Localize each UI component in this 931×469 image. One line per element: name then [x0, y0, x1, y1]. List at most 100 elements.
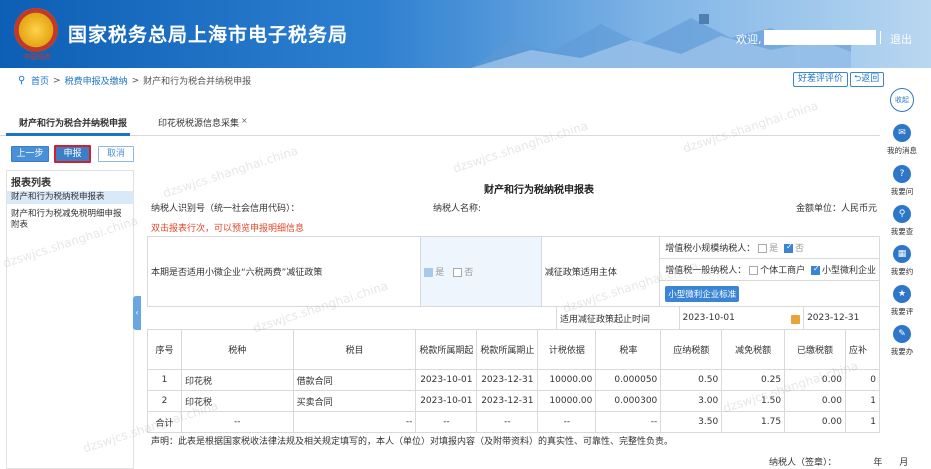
cell-total: 3.50 — [660, 411, 723, 433]
tab-stamp-tax-source[interactable]: 印花税税源信息采集 × — [158, 116, 248, 129]
cell-tax-type: 印花税 — [180, 390, 294, 412]
pencil-icon: ✎ — [893, 325, 911, 343]
period-end-cell[interactable]: 2023-12-31 — [803, 306, 880, 330]
tax-table: 序号 税种 税目 税款所属期起 税款所属期止 计税依据 税率 应纳税额 减免税额… — [147, 329, 881, 433]
tab-combined-filing[interactable]: 财产和行为税合并纳税申报 — [19, 116, 127, 129]
small-scale-no-checkbox[interactable] — [783, 242, 793, 253]
report-item-relief-detail[interactable]: 财产和行为税减免税明细申报 — [7, 209, 133, 220]
col-header: 税率 — [595, 329, 662, 370]
cell-tax-item: 借款合同 — [292, 369, 417, 391]
report-item-main[interactable]: 财产和行为税纳税申报表 — [7, 191, 133, 204]
cell-due: 1 — [844, 390, 881, 412]
breadcrumb-home[interactable]: 首页 — [31, 74, 49, 87]
table-row[interactable]: 1 印花税 借款合同 2023-10-01 2023-12-31 10000.0… — [147, 369, 881, 391]
signature-line: 纳税人（签章）： 年 月 — [769, 455, 908, 468]
declaration-text: 声明：此表是根据国家税收法律法规及相关规定填写的，本人（单位）对填报内容（及附带… — [151, 437, 674, 447]
cell-total: -- — [595, 411, 662, 433]
report-item-attachment[interactable]: 附表 — [7, 220, 133, 231]
year-label: 年 — [873, 458, 883, 468]
col-header: 序号 — [147, 329, 182, 370]
small-scale-cell: 增值税小规模纳税人： 是 否 — [659, 236, 880, 259]
cell-total: -- — [537, 411, 597, 433]
back-button-label: 返回 — [861, 74, 880, 84]
cell-period-end: 2023-12-31 — [476, 390, 539, 412]
review-button[interactable]: 好差评评价 — [793, 72, 849, 87]
back-button[interactable]: ⮌返回 — [850, 72, 885, 87]
panel-collapse-handle[interactable]: ‹ — [133, 296, 141, 330]
query-button[interactable]: ⚲ 我要查 — [880, 205, 924, 237]
close-icon[interactable]: × — [241, 116, 248, 125]
col-header: 税种 — [180, 329, 294, 370]
message-icon: ✉ — [893, 124, 911, 142]
cell-total: -- — [476, 411, 539, 433]
cell-total: 1.75 — [721, 411, 786, 433]
period-label: 适用减征政策起止时间 — [560, 314, 651, 325]
micro-checkbox[interactable] — [810, 264, 820, 275]
header-divider — [880, 31, 881, 44]
cancel-button[interactable]: 取消 — [98, 146, 134, 162]
individual-label: 个体工商户 — [760, 266, 806, 276]
individual-checkbox[interactable] — [749, 266, 759, 275]
cell-basis: 10000.00 — [537, 369, 597, 391]
col-header: 税款所属期起 — [415, 329, 478, 370]
policy-yes-checkbox[interactable] — [424, 268, 434, 277]
col-header: 计税依据 — [537, 329, 597, 370]
float-label: 我要办 — [890, 347, 914, 356]
active-tab-indicator — [6, 133, 130, 136]
breadcrumb-separator: > — [53, 75, 61, 86]
emblem-caption: 中国税务 — [23, 53, 51, 61]
table-row[interactable]: 2 印花税 买卖合同 2023-10-01 2023-12-31 10000.0… — [147, 390, 881, 412]
my-messages-button[interactable]: ✉ 我的消息 — [880, 124, 924, 156]
policy-no-checkbox[interactable] — [453, 268, 463, 277]
submit-button[interactable]: 申报 — [54, 145, 91, 163]
subject-label: 减征政策适用主体 — [544, 268, 617, 278]
breadcrumb-separator: > — [131, 75, 140, 86]
cell-period-end: 2023-12-31 — [476, 369, 539, 391]
small-scale-label: 增值税小规模纳税人： — [665, 244, 756, 254]
appointment-button[interactable]: ▦ 我要约 — [880, 245, 924, 277]
taxpayer-name-label: 纳税人名称: — [433, 204, 482, 214]
username-box — [764, 30, 876, 45]
col-header: 应纳税额 — [660, 329, 723, 370]
period-start-cell[interactable]: 2023-10-01 — [678, 306, 805, 330]
float-label: 我要评 — [890, 307, 914, 316]
policy-label: 本期是否适用小微企业“六税两费”减征政策 — [151, 268, 323, 278]
micro-standard-button[interactable]: 小型微利企业标准 — [665, 285, 740, 302]
cell-payable: 3.00 — [660, 390, 723, 412]
logout-link[interactable]: 退出 — [890, 31, 912, 47]
calendar-icon[interactable] — [791, 314, 801, 324]
small-scale-yes-checkbox[interactable] — [758, 244, 768, 253]
cell-relief: 0.25 — [721, 369, 786, 391]
period-start-value: 2023-10-01 — [682, 312, 735, 323]
table-total-row: 合计 -- -- -- -- -- -- 3.50 1.75 0.00 1 — [147, 411, 881, 433]
watermark: dzswjcs.shanghai.china — [161, 143, 300, 201]
question-icon: ? — [893, 165, 911, 183]
float-label: 我要问 — [890, 187, 914, 196]
month-label: 月 — [899, 458, 909, 468]
policy-choice-cell: 是 否 — [420, 236, 542, 307]
prev-step-button[interactable]: 上一步 — [11, 146, 49, 162]
table-header-row: 序号 税种 税目 税款所属期起 税款所属期止 计税依据 税率 应纳税额 减免税额… — [147, 329, 881, 370]
welcome-text: 欢迎, — [736, 33, 762, 46]
cell-rate: 0.000300 — [595, 390, 662, 412]
general-cell: 增值税一般纳税人： 个体工商户 小型微利企业 — [659, 258, 880, 281]
tab-bar: 财产和行为税合并纳税申报 印花税税源信息采集 × — [0, 108, 880, 136]
cell-total-label: 合计 — [147, 411, 182, 433]
cell-tax-item: 买卖合同 — [292, 390, 417, 412]
breadcrumb-tax-filing[interactable]: 税费申报及缴纳 — [65, 74, 128, 87]
cell-relief: 1.50 — [721, 390, 786, 412]
rate-button[interactable]: ★ 我要评 — [880, 285, 924, 317]
collapse-float-button[interactable]: 收起 — [880, 88, 924, 112]
preview-hint: 双击报表行次，可以预览申报明细信息 — [151, 224, 305, 234]
location-pin-icon: ⚲ — [18, 74, 26, 86]
policy-no-label: 否 — [464, 268, 474, 278]
breadcrumb-current: 财产和行为税合并纳税申报 — [143, 77, 252, 87]
handle-button[interactable]: ✎ 我要办 — [880, 325, 924, 357]
cell-seq: 1 — [147, 369, 182, 391]
col-header: 已缴税额 — [784, 329, 846, 370]
small-scale-yes-label: 是 — [769, 244, 779, 254]
report-list-panel: 报表列表 财产和行为税纳税申报表 财产和行为税减免税明细申报 附表 — [6, 170, 134, 469]
policy-yes-label: 是 — [435, 268, 445, 278]
micro-standard-cell: 小型微利企业标准 — [659, 280, 880, 307]
ask-button[interactable]: ? 我要问 — [880, 165, 924, 197]
